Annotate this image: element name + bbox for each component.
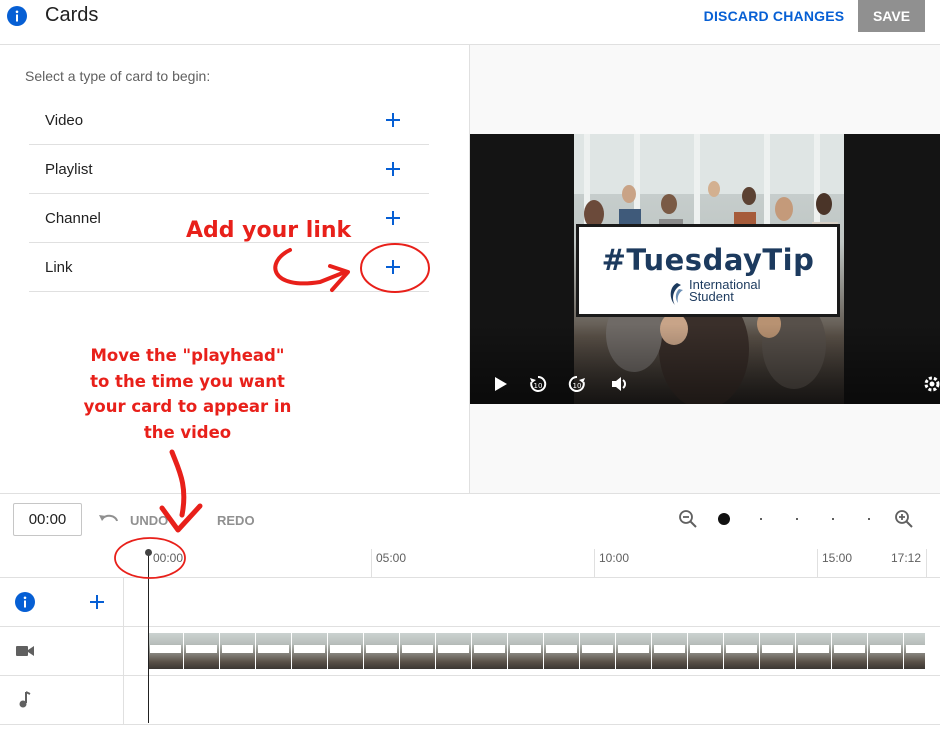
page-title: Cards [45,4,99,26]
filmstrip-thumbnail [256,633,292,669]
svg-text:10: 10 [573,382,582,390]
tuesday-tip-card: #TuesdayTip International Student [576,224,840,317]
redo-label: REDO [217,513,255,528]
plus-icon[interactable] [384,258,402,276]
filmstrip-thumbnail [364,633,400,669]
card-type-video[interactable]: Video [29,96,429,145]
playhead[interactable] [148,553,149,723]
filmstrip-thumbnail [508,633,544,669]
card-type-prompt: Select a type of card to begin: [25,68,211,84]
settings-icon[interactable] [922,374,940,394]
filmstrip-thumbnail [184,633,220,669]
filmstrip-thumbnail [688,633,724,669]
card-type-link[interactable]: Link [29,243,429,292]
ruler-tick [371,549,372,578]
plus-icon[interactable] [384,111,402,129]
play-icon[interactable] [490,374,510,394]
timeline-toolbar: 00:00 UNDO REDO [0,493,940,543]
filmstrip-thumbnail [436,633,472,669]
ruler-tick-label: 10:00 [599,551,630,565]
zoom-step [832,518,834,520]
annotation-add-link: Add your link [186,218,352,243]
filmstrip-thumbnail [832,633,868,669]
filmstrip-thumbnail [904,633,925,669]
filmstrip-thumbnail [148,633,184,669]
filmstrip-thumbnail [724,633,760,669]
filmstrip-thumbnail [760,633,796,669]
cards-track[interactable] [0,578,940,627]
filmstrip-thumbnail [580,633,616,669]
filmstrip-thumbnail [868,633,904,669]
volume-icon[interactable] [610,374,630,394]
ruler-tick [926,549,927,578]
filmstrip-thumbnail [616,633,652,669]
card-type-label: Video [45,112,84,129]
filmstrip-thumbnail [400,633,436,669]
svg-text:10: 10 [534,382,543,390]
info-icon [15,592,35,612]
forward-10-icon[interactable]: 10 [567,374,587,394]
filmstrip-thumbnail [652,633,688,669]
plus-icon[interactable] [384,160,402,178]
add-card-icon[interactable] [88,593,106,611]
ruler-tick [594,549,595,578]
annotation-playhead-note: Move the "playhead" to the time you want… [83,346,292,442]
header: Cards DISCARD CHANGES SAVE [0,0,940,45]
video-preview-area: #TuesdayTip International Student 10 10 [470,45,940,493]
discard-changes-button[interactable]: DISCARD CHANGES [700,0,848,32]
plus-icon[interactable] [384,209,402,227]
info-icon [7,6,27,26]
filmstrip-thumbnail [544,633,580,669]
save-button[interactable]: SAVE [858,0,925,32]
filmstrip-thumbnail [220,633,256,669]
card-type-label: Channel [45,210,101,227]
video-filmstrip[interactable] [148,633,925,669]
ruler-tick-label: 17:12 [891,551,922,565]
brand-name: International Student [689,277,761,304]
audio-track[interactable] [0,676,940,725]
ruler-tick-label: 00:00 [153,551,184,565]
current-time-field[interactable]: 00:00 [13,503,82,536]
ruler-tick-label: 05:00 [376,551,407,565]
video-player[interactable]: #TuesdayTip International Student 10 10 [470,134,940,404]
zoom-out-icon[interactable] [678,509,698,529]
undo-icon [99,514,118,522]
filmstrip-thumbnail [292,633,328,669]
rewind-10-icon[interactable]: 10 [528,374,548,394]
zoom-slider-thumb[interactable] [718,513,730,525]
zoom-step [760,518,762,520]
music-note-icon [19,691,31,708]
brand-logo-icon [670,283,683,305]
timeline-ruler[interactable]: 00:00 05:00 10:00 15:00 17:12 [0,543,940,578]
filmstrip-thumbnail [796,633,832,669]
zoom-in-icon[interactable] [894,509,914,529]
video-camera-icon [16,646,34,656]
card-type-playlist[interactable]: Playlist [29,145,429,194]
overlay-title: #TuesdayTip [601,243,815,277]
zoom-step [868,518,870,520]
track-divider [123,578,124,725]
undo-label: UNDO [130,513,169,528]
card-type-label: Link [45,259,73,276]
playhead-handle[interactable] [145,549,152,556]
zoom-step [796,518,798,520]
ruler-tick [817,549,818,578]
filmstrip-thumbnail [472,633,508,669]
ruler-tick-label: 15:00 [822,551,853,565]
card-type-label: Playlist [45,161,93,178]
filmstrip-thumbnail [328,633,364,669]
